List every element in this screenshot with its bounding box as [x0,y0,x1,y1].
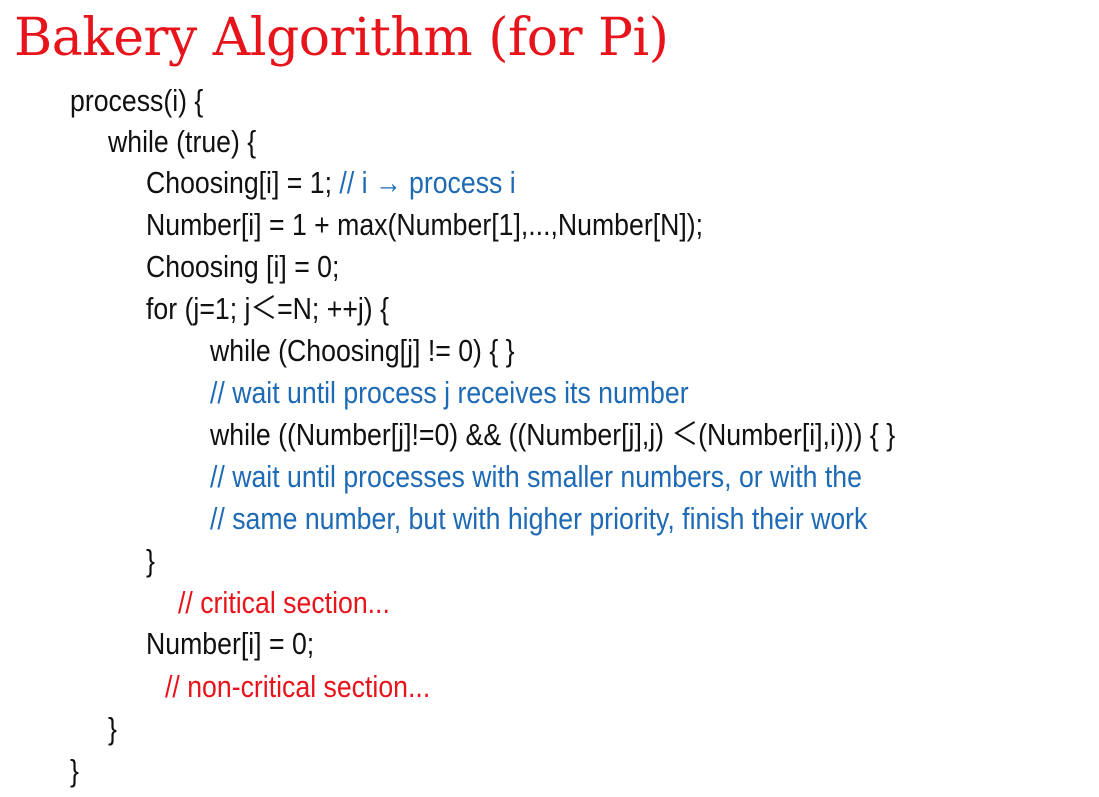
code-line-process-close: } [70,753,79,788]
code-line-number-assign: Number[i] = 1 + max(Number[1],...,Number… [146,207,704,242]
code-line-choosing-set: Choosing[i] = 1; // i → process i [146,162,516,204]
code-comment-non-critical: // non-critical section... [165,669,431,704]
code-line-while-number: while ((Number[j]!=0) && ((Number[j],j) … [210,417,896,452]
code-comment-critical: // critical section... [178,585,390,620]
code-line-while-close: } [108,711,117,746]
code-line-for-close: } [146,543,155,578]
code-line-number-reset: Number[i] = 0; [146,626,315,661]
slide-title: Bakery Algorithm (for Pi) [14,8,669,68]
code-line-for-loop: for (j=1; j＜=N; ++j) { [146,291,390,326]
code-comment-wait-smaller: // wait until processes with smaller num… [210,459,862,494]
code-line-while-true: while (true) { [108,124,257,159]
code-text: Choosing[i] = 1; [146,165,340,200]
code-line-choosing-reset: Choosing [i] = 0; [146,249,340,284]
code-comment: // i → process i [339,165,516,200]
code-comment-same-number: // same number, but with higher priority… [210,501,868,536]
code-line-while-choosing: while (Choosing[j] != 0) { } [210,333,515,368]
code-line-process: process(i) { [70,83,204,118]
code-comment-wait-number: // wait until process j receives its num… [210,375,689,410]
